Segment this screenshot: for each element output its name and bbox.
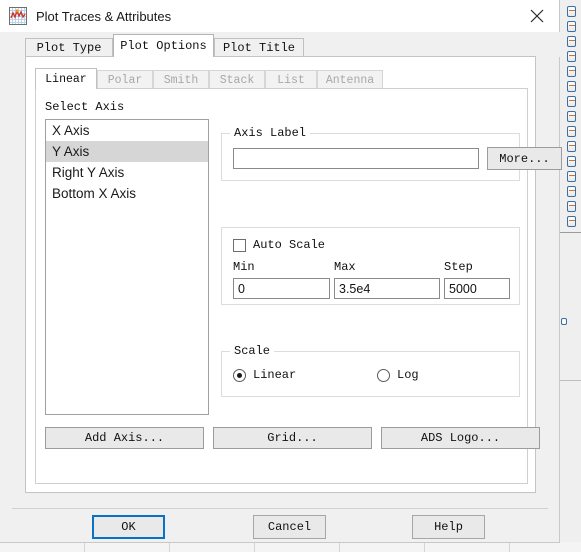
min-label: Min [233, 260, 255, 274]
step-input[interactable] [444, 278, 510, 299]
background-row-icon [567, 21, 576, 32]
list-item-y-axis[interactable]: Y Axis [46, 141, 208, 162]
outer-tab-strip: Plot Type Plot Options Plot Title [0, 32, 560, 57]
background-row-icon-list [567, 6, 580, 231]
radio-log-label: Log [397, 368, 419, 382]
list-item-right-y-axis[interactable]: Right Y Axis [46, 162, 208, 183]
radio-log[interactable] [377, 368, 390, 382]
grid-button[interactable]: Grid... [213, 427, 372, 449]
background-row-icon [567, 126, 576, 137]
background-row-icon [567, 141, 576, 152]
background-row-icon [561, 318, 567, 325]
ads-logo-button[interactable]: ADS Logo... [381, 427, 540, 449]
background-row-icon [567, 96, 576, 107]
background-row-icon [567, 171, 576, 182]
step-label: Step [444, 260, 473, 274]
background-row-icon [567, 81, 576, 92]
background-row-icon [567, 216, 576, 227]
max-input[interactable] [334, 278, 440, 299]
tab-plot-title[interactable]: Plot Title [214, 38, 304, 57]
cancel-button[interactable]: Cancel [253, 515, 326, 539]
tab-stack[interactable]: Stack [209, 70, 265, 89]
axis-label-input[interactable] [233, 148, 479, 169]
radio-linear-label: Linear [253, 368, 297, 382]
more-button[interactable]: More... [487, 147, 562, 170]
auto-scale-checkbox[interactable] [233, 238, 246, 252]
title-bar: Plot Traces & Attributes [0, 0, 559, 32]
ok-button[interactable]: OK [92, 515, 165, 539]
background-side-panel [559, 0, 581, 552]
background-divider [559, 380, 581, 381]
tab-linear[interactable]: Linear [35, 68, 97, 89]
select-axis-listbox[interactable]: X Axis Y Axis Right Y Axis Bottom X Axis [45, 119, 209, 415]
scale-group-title: Scale [230, 344, 275, 358]
background-row-icon [567, 156, 576, 167]
footer-divider [12, 508, 548, 509]
tab-list[interactable]: List [265, 70, 317, 89]
axis-label-group-title: Axis Label [230, 126, 311, 140]
background-row-icon [567, 36, 576, 47]
radio-linear-row[interactable]: Linear [233, 368, 296, 382]
background-divider [559, 232, 581, 233]
help-button[interactable]: Help [412, 515, 485, 539]
auto-scale-group: Auto Scale Min Max Step [221, 227, 520, 305]
tab-plot-options[interactable]: Plot Options [113, 34, 214, 57]
window-title: Plot Traces & Attributes [36, 8, 172, 24]
min-input[interactable] [233, 278, 330, 299]
background-row-icon [567, 201, 576, 212]
background-row-icon [567, 111, 576, 122]
tab-plot-type[interactable]: Plot Type [25, 38, 113, 57]
close-icon[interactable] [515, 0, 559, 32]
background-chart-grid [0, 542, 581, 552]
background-row-icon [567, 186, 576, 197]
select-axis-label: Select Axis [45, 100, 125, 114]
tab-smith[interactable]: Smith [153, 70, 209, 89]
scale-group: Scale Linear Log [221, 344, 520, 397]
axis-label-group: Axis Label More... [221, 126, 562, 181]
list-item-bottom-x-axis[interactable]: Bottom X Axis [46, 183, 208, 204]
plot-traces-attributes-dialog: Plot Traces & Attributes Plot Type Plot … [0, 0, 562, 543]
plot-chart-icon [9, 7, 27, 25]
background-row-icon [567, 66, 576, 77]
radio-linear[interactable] [233, 368, 246, 382]
max-label: Max [334, 260, 356, 274]
add-axis-button[interactable]: Add Axis... [45, 427, 204, 449]
auto-scale-label: Auto Scale [253, 238, 326, 252]
plot-options-panel: Linear Polar Smith Stack List Antenna Se… [25, 56, 562, 493]
background-row-icon [567, 6, 576, 17]
tab-antenna[interactable]: Antenna [317, 70, 383, 89]
radio-log-row[interactable]: Log [377, 368, 419, 382]
tab-polar[interactable]: Polar [97, 70, 153, 89]
background-row-icon [567, 51, 576, 62]
list-item-x-axis[interactable]: X Axis [46, 120, 208, 141]
linear-tab-panel: Select Axis X Axis Y Axis Right Y Axis B… [35, 88, 562, 484]
auto-scale-checkbox-row[interactable]: Auto Scale [233, 238, 325, 252]
